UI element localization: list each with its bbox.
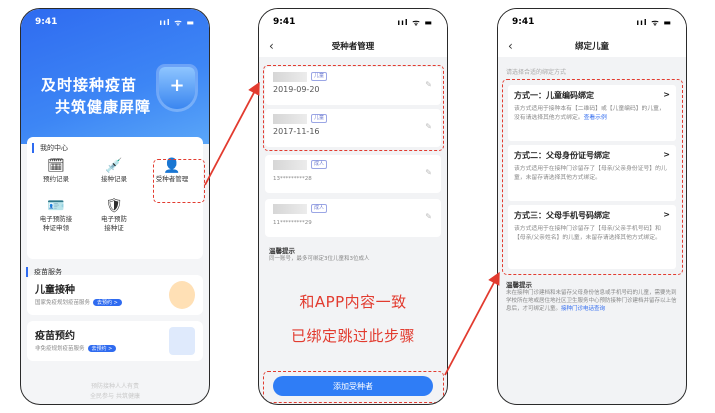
status-time: 9:41: [512, 17, 535, 27]
blurred-name: [273, 160, 307, 170]
grid-item-label: 接种记录: [101, 175, 127, 183]
status-time: 9:41: [35, 17, 58, 27]
calendar-icon: 🗓: [47, 158, 65, 174]
hero-banner: 9:41 ııl ᯤ ▬ 及时接种疫苗 共筑健康屏障: [21, 9, 209, 144]
grid-item-appointment-records[interactable]: 🗓 预约记录: [27, 157, 85, 197]
annotation-line-2: 已绑定跳过此步骤: [290, 327, 415, 345]
service-title: 疫苗预约: [35, 331, 75, 342]
grid-item-label: 预约记录: [43, 175, 69, 183]
edit-icon[interactable]: ✎: [425, 168, 432, 177]
method-hint: 请选择合适的绑定方式: [506, 69, 567, 76]
annotation-line-1: 和APP内容一致: [299, 293, 407, 311]
grid-item-vaccination-records[interactable]: 💉 接种记录: [85, 157, 143, 197]
service-subtitle: 国家免疫规划疫苗服务 去预约 >: [35, 298, 122, 306]
recipient-phone: 11*********29: [273, 220, 312, 226]
status-signal-icon: ııl ᯤ ▬: [159, 17, 195, 27]
recipient-tag: 成人: [311, 204, 328, 213]
id-card-icon: 🪪: [47, 198, 65, 214]
arrow-to-bind-child: [444, 271, 500, 376]
service-title: 儿童接种: [35, 285, 75, 296]
footer-slogan-2: 全民参与 共筑健康: [90, 393, 140, 400]
arrow-to-management: [204, 81, 260, 186]
tip-title: 温馨提示: [269, 247, 295, 255]
page-title: 绑定儿童: [574, 42, 609, 52]
grid-item-e-certificate-apply[interactable]: 🪪 电子预防接 种证申领: [27, 197, 85, 243]
book-button[interactable]: 去预约 >: [93, 299, 122, 306]
phone-bind-child: 9:41 ııl ᯤ ▬ ‹ 绑定儿童 请选择合适的绑定方式 方式一：儿童编码绑…: [497, 8, 687, 405]
edit-icon[interactable]: ✎: [425, 212, 432, 221]
status-signal-icon: ııl ᯤ ▬: [636, 17, 672, 27]
recipient-card-adult-2[interactable]: 成人 11*********29 ✎: [265, 199, 441, 237]
recipient-card-adult-1[interactable]: 成人 13*********28 ✎: [265, 155, 441, 193]
tip-text: 同一账号，最多可绑定3位儿童和3位成人: [269, 256, 370, 262]
badge-icon: 🛡: [105, 198, 123, 214]
grid-item-label: 电子预防接 种证申领: [39, 215, 73, 232]
book-button[interactable]: 去预约 >: [87, 345, 117, 352]
grid-item-e-certificate[interactable]: 🛡 电子预防 接种证: [85, 197, 143, 243]
recipient-tag: 成人: [311, 160, 328, 169]
status-bar: 9:41 ııl ᯤ ▬: [259, 9, 447, 35]
nav-bar: ‹ 受种者管理: [259, 35, 447, 57]
status-signal-icon: ııl ᯤ ▬: [397, 17, 433, 27]
status-bar: 9:41 ııl ᯤ ▬: [21, 9, 209, 35]
tip-title: 温馨提示: [506, 281, 532, 289]
my-center-title: 我的中心: [32, 143, 203, 153]
service-child-vaccination[interactable]: 儿童接种 国家免疫规划疫苗服务 去预约 >: [27, 275, 203, 315]
child-illustration-icon: [169, 281, 195, 309]
nav-bar: ‹ 绑定儿童: [498, 35, 686, 57]
calendar-illustration-icon: [169, 327, 195, 355]
hero-title-line1: 及时接种疫苗: [41, 76, 138, 94]
clinic-phone-link[interactable]: 接种门诊电话查询: [561, 306, 605, 312]
phone-recipient-management: 9:41 ııl ᯤ ▬ ‹ 受种者管理 儿童 2019-09-20 ✎ 儿童 …: [258, 8, 448, 405]
footer-slogan-1: 预防接种人人有责: [90, 383, 139, 390]
highlight-box: [502, 79, 683, 275]
page-title: 受种者管理: [331, 42, 375, 52]
syringe-icon: 💉: [105, 158, 123, 174]
recipient-phone: 13*********28: [273, 176, 312, 182]
shield-icon: [159, 67, 195, 109]
service-subtitle: 非免疫规划疫苗服务 去预约 >: [35, 344, 117, 352]
tip-text: 未在接种门诊建档和未留存父母身份信息或手机号码的儿童，需要先到学校所在地或居住地…: [506, 290, 677, 312]
grid-item-label: 电子预防 接种证: [101, 215, 127, 232]
service-vaccine-booking[interactable]: 疫苗预约 非免疫规划疫苗服务 去预约 >: [27, 321, 203, 361]
status-bar: 9:41 ııl ᯤ ▬: [498, 9, 686, 35]
highlight-box: [263, 371, 444, 403]
blurred-name: [273, 204, 307, 214]
highlight-box: [263, 65, 444, 151]
status-time: 9:41: [273, 17, 296, 27]
hero-title-line2: 共筑健康屏障: [55, 98, 152, 116]
phone-home-screen: 9:41 ııl ᯤ ▬ 及时接种疫苗 共筑健康屏障 我的中心 🗓 预约记录 💉…: [20, 8, 210, 405]
highlight-box: [153, 159, 205, 203]
